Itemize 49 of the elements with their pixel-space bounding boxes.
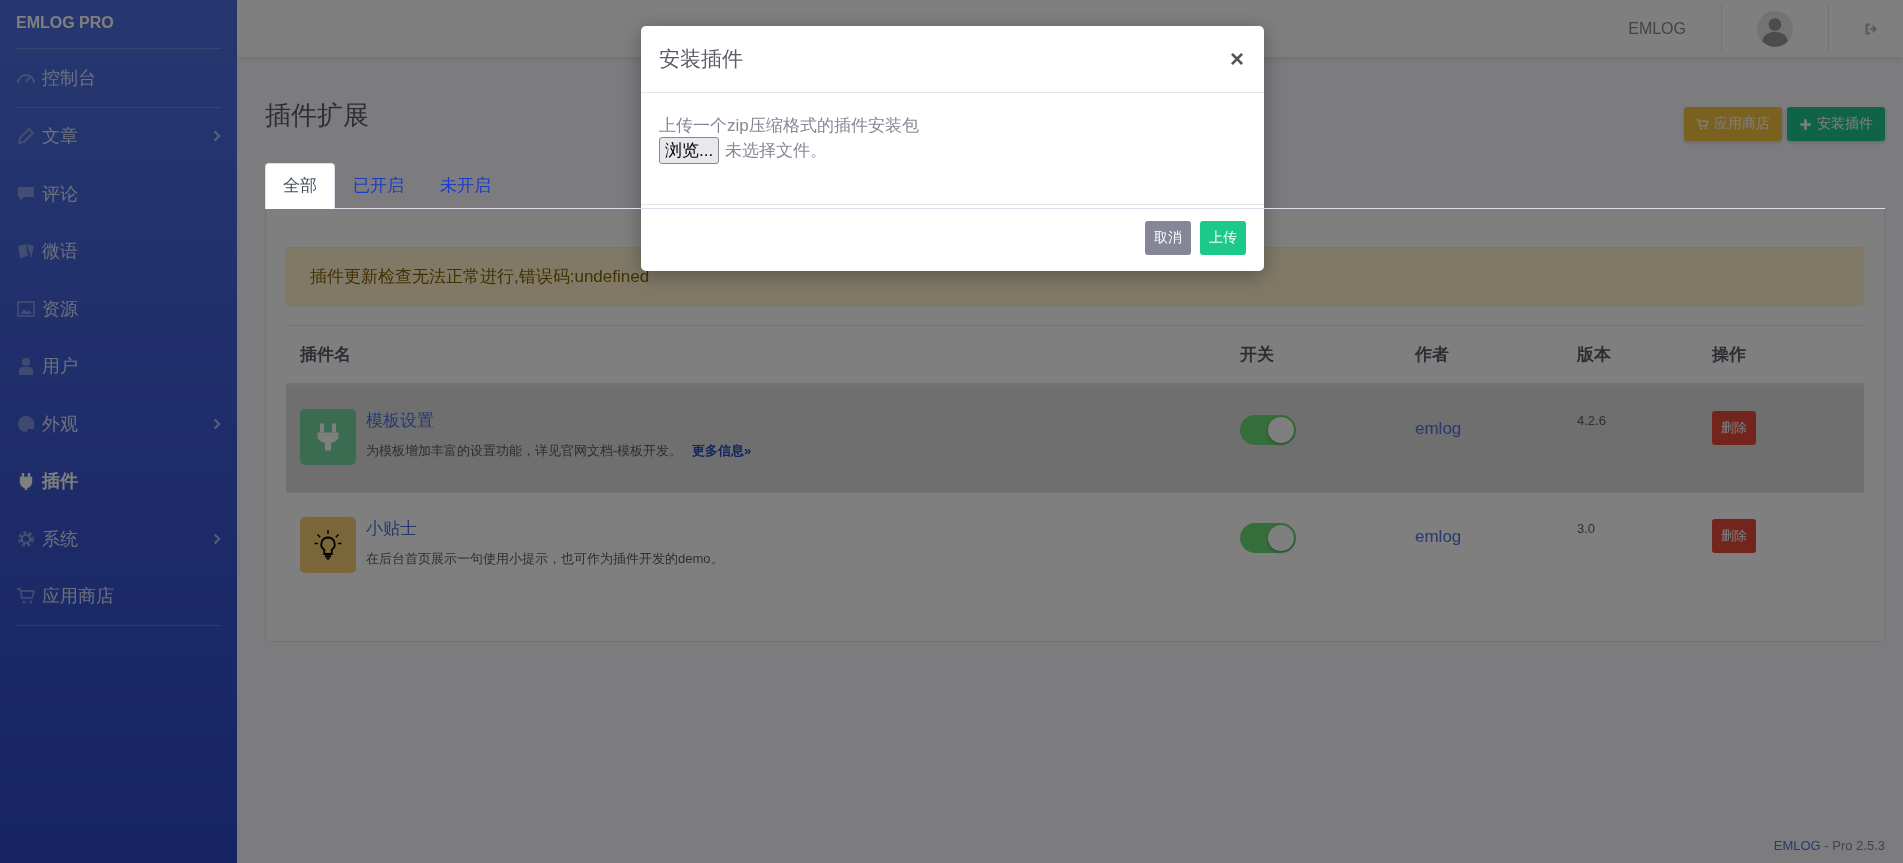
plugin-name-link[interactable]: 小贴士	[366, 517, 724, 540]
install-plugin-button[interactable]: 安装插件	[1787, 107, 1885, 141]
version-text: 4.2.6	[1577, 413, 1606, 428]
sidebar-item[interactable]: 资源	[16, 280, 221, 338]
upload-instruction: 上传一个zip压缩格式的插件安装包	[659, 115, 920, 137]
column-header: 插件名	[298, 344, 352, 366]
filter-tab[interactable]: 全部	[265, 163, 335, 209]
author-link[interactable]: emlog	[1415, 527, 1462, 547]
cart-icon	[1696, 117, 1709, 131]
filter-tab[interactable]: 未开启	[422, 163, 509, 209]
sidebar-item[interactable]: 文章	[16, 107, 221, 165]
sidebar-item[interactable]: 系统	[16, 510, 221, 568]
close-button[interactable]: ×	[1228, 47, 1246, 71]
column-header: 作者	[1413, 344, 1450, 366]
sidebar-item[interactable]: 外观	[16, 395, 221, 453]
sidebar-item[interactable]: 用户	[16, 337, 221, 395]
column-header: 操作	[1710, 344, 1747, 366]
cancel-button[interactable]: 取消	[1145, 221, 1191, 255]
light-bulb-icon	[300, 517, 356, 573]
sidebar-item[interactable]: 评论	[16, 165, 221, 223]
brand-logo: EMLOG PRO	[16, 13, 115, 33]
upload-button[interactable]: 上传	[1200, 221, 1246, 255]
footer-brand-link[interactable]: EMLOG	[1773, 838, 1821, 853]
version-text: 3.0	[1577, 521, 1596, 536]
filter-tab[interactable]: 已开启	[335, 163, 422, 209]
column-header: 版本	[1576, 344, 1612, 366]
browse-button[interactable]: 浏览...	[659, 137, 720, 164]
sidebar-item[interactable]: 微语	[16, 222, 221, 280]
author-link[interactable]: emlog	[1415, 419, 1462, 439]
plug-icon	[300, 409, 356, 465]
plus-icon	[1799, 117, 1812, 131]
toggle-switch[interactable]	[1240, 415, 1296, 445]
sidebar-item[interactable]: 控制台	[16, 49, 221, 107]
app-store-button[interactable]: 应用商店	[1684, 107, 1782, 141]
page-title: 插件扩展	[265, 99, 369, 132]
plugin-name-link[interactable]: 模板设置	[366, 409, 752, 432]
column-header: 开关	[1239, 344, 1275, 366]
sidebar-item[interactable]: 插件	[16, 452, 221, 510]
footer-version: - Pro 2.5.3	[1823, 838, 1885, 853]
delete-button[interactable]: 删除	[1712, 411, 1756, 445]
avatar-icon[interactable]	[1757, 10, 1793, 47]
toggle-switch[interactable]	[1240, 523, 1296, 553]
dialog-title: 安装插件	[659, 46, 743, 72]
logout-icon[interactable]	[1863, 20, 1879, 37]
site-name[interactable]: EMLOG	[1593, 19, 1721, 38]
more-info-link[interactable]: 更多信息»	[691, 443, 752, 458]
delete-button[interactable]: 删除	[1712, 519, 1756, 553]
file-status: 未选择文件。	[725, 140, 828, 162]
sidebar-item[interactable]: 应用商店	[16, 567, 221, 625]
